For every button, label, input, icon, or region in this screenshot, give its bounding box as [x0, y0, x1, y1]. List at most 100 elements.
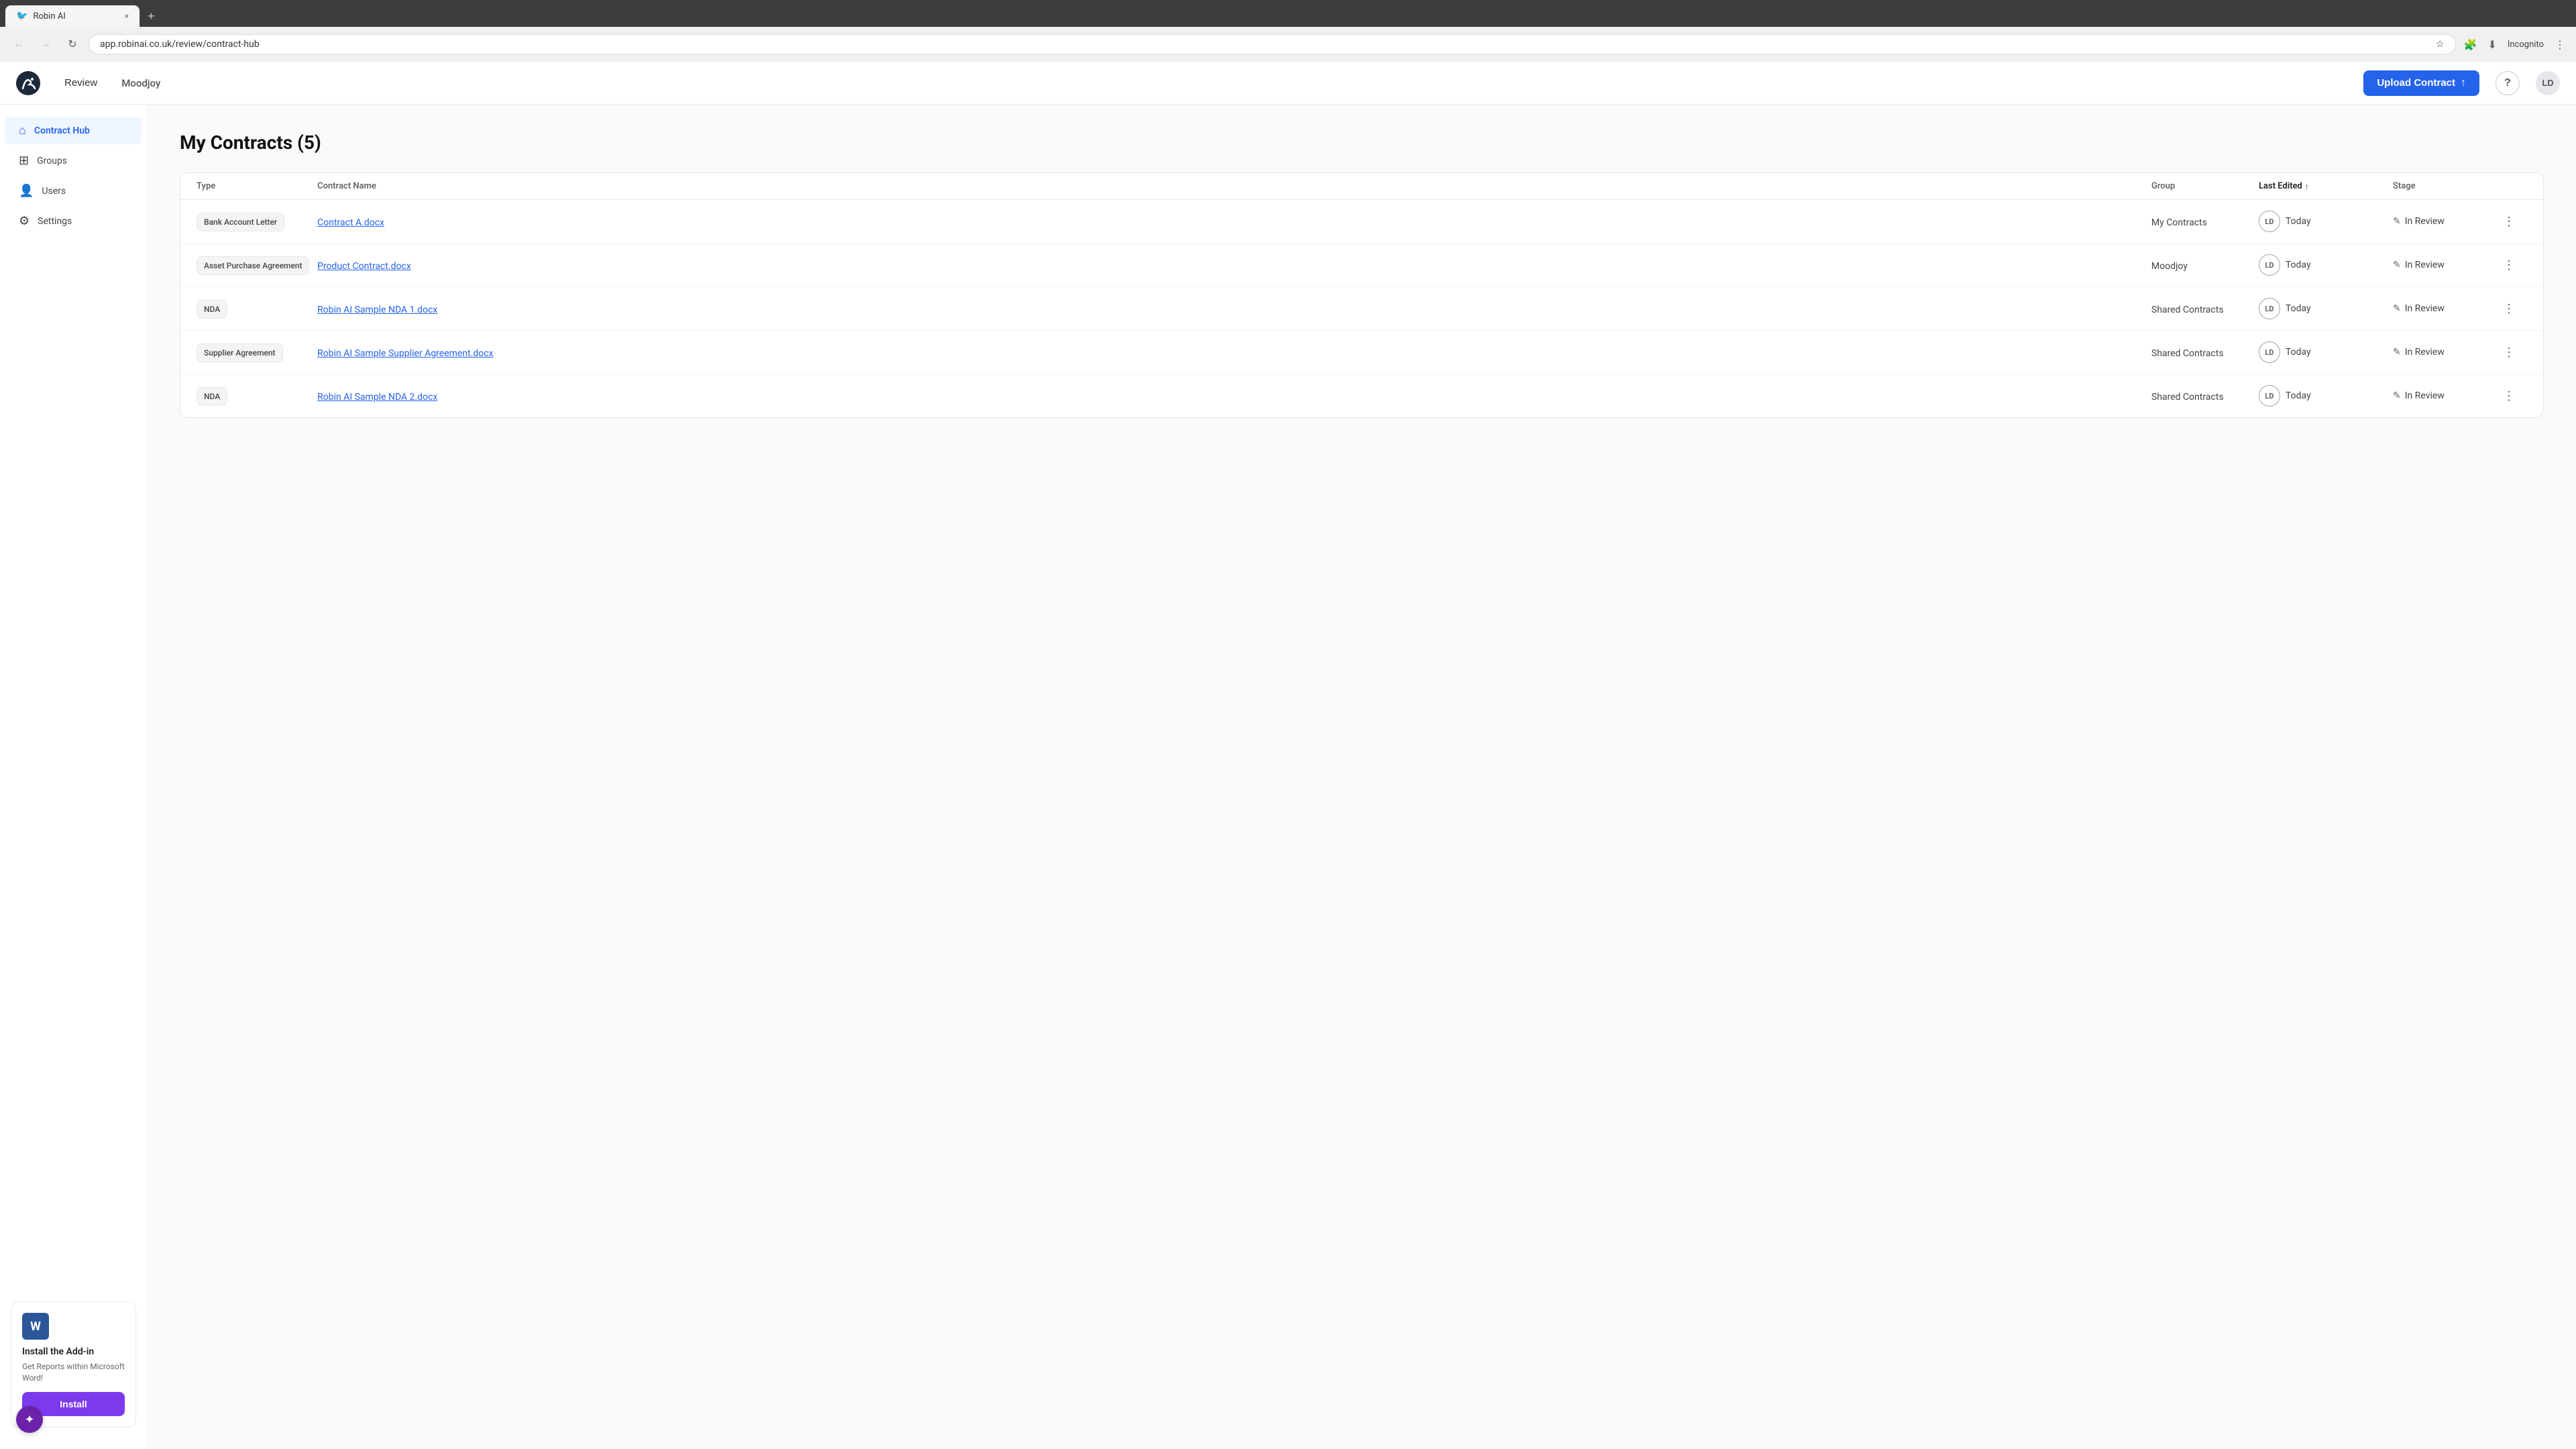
content-area: My Contracts (5) Type Contract Name Grou… [148, 105, 2576, 1449]
group-name: My Contracts [2151, 217, 2207, 228]
column-last-edited[interactable]: Last Edited ↑ [2259, 181, 2393, 191]
workspace-name: Moodjoy [121, 77, 160, 89]
column-contract-name: Contract Name [317, 181, 2151, 191]
browser-actions: 🧩 ⬇ Incognito ⋮ [2461, 36, 2568, 54]
table-row: NDA Robin AI Sample NDA 2.docx Shared Co… [180, 374, 2543, 417]
contracts-table: Type Contract Name Group Last Edited ↑ S… [180, 172, 2544, 418]
contract-name-cell: Contract A.docx [317, 215, 2151, 228]
tab-close-button[interactable]: × [125, 11, 129, 21]
type-cell: NDA [197, 302, 317, 315]
actions-cell: ⋮ [2500, 256, 2527, 275]
contract-name-cell: Product Contract.docx [317, 259, 2151, 272]
column-group: Group [2151, 181, 2259, 191]
grid-icon: ⊞ [19, 154, 29, 168]
sidebar-item-contract-hub[interactable]: ⌂ Contract Hub [5, 117, 142, 144]
stage-cell: ✎ In Review [2393, 260, 2500, 270]
upload-label: Upload Contract [2377, 77, 2455, 89]
more-actions-button[interactable]: ⋮ [2500, 256, 2518, 275]
extensions-icon[interactable]: 🧩 [2461, 36, 2480, 54]
table-row: Supplier Agreement Robin AI Sample Suppl… [180, 331, 2543, 374]
main-layout: ⌂ Contract Hub ⊞ Groups 👤 Users ⚙ Settin… [0, 105, 2576, 1449]
stage-label: In Review [2405, 260, 2445, 270]
last-edited-text: Today [2286, 216, 2311, 227]
sidebar-item-settings[interactable]: ⚙ Settings [5, 207, 142, 235]
sidebar-item-settings-label: Settings [38, 216, 72, 227]
more-options-icon[interactable]: ⋮ [2552, 36, 2568, 54]
user-icon: 👤 [19, 184, 34, 198]
last-edited-cell: LD Today [2259, 341, 2393, 363]
group-name: Moodjoy [2151, 261, 2188, 272]
last-edited-cell: LD Today [2259, 211, 2393, 232]
stage-label: In Review [2405, 347, 2445, 358]
last-edited-text: Today [2286, 347, 2311, 358]
app-header: Review Moodjoy Upload Contract ↑ ? LD [0, 62, 2576, 105]
browser-nav: ← → ↻ app.robinai.co.uk/review/contract-… [0, 27, 2576, 62]
help-button[interactable]: ? [2496, 71, 2520, 95]
stage-cell: ✎ In Review [2393, 216, 2500, 227]
type-badge: NDA [197, 387, 227, 406]
star-icon[interactable]: ☆ [2436, 39, 2445, 50]
new-tab-button[interactable]: + [142, 5, 160, 27]
actions-cell: ⋮ [2500, 386, 2527, 406]
contract-link[interactable]: Product Contract.docx [317, 261, 411, 272]
type-cell: Bank Account Letter [197, 215, 317, 228]
group-name: Shared Contracts [2151, 392, 2224, 402]
type-cell: Supplier Agreement [197, 345, 317, 359]
group-name: Shared Contracts [2151, 305, 2224, 315]
sidebar: ⌂ Contract Hub ⊞ Groups 👤 Users ⚙ Settin… [0, 105, 148, 1449]
sidebar-item-groups-label: Groups [37, 156, 67, 166]
download-icon[interactable]: ⬇ [2485, 36, 2499, 54]
active-tab[interactable]: 🐦 Robin AI × [5, 5, 140, 27]
more-actions-button[interactable]: ⋮ [2500, 212, 2518, 231]
floating-icon: ✦ [24, 1413, 34, 1427]
last-edited-cell: LD Today [2259, 298, 2393, 319]
back-button[interactable]: ← [8, 34, 30, 55]
contract-name-cell: Robin AI Sample NDA 1.docx [317, 303, 2151, 315]
table-header: Type Contract Name Group Last Edited ↑ S… [180, 173, 2543, 200]
more-actions-button[interactable]: ⋮ [2500, 343, 2518, 362]
sidebar-item-groups[interactable]: ⊞ Groups [5, 147, 142, 174]
stage-label: In Review [2405, 216, 2445, 227]
addon-title: Install the Add-in [22, 1346, 125, 1357]
edit-icon: ✎ [2393, 216, 2401, 227]
user-avatar: LD [2259, 341, 2280, 363]
column-type: Type [197, 181, 317, 191]
sidebar-item-users[interactable]: 👤 Users [5, 177, 142, 205]
actions-cell: ⋮ [2500, 299, 2527, 319]
column-actions [2500, 181, 2527, 191]
app-container: Review Moodjoy Upload Contract ↑ ? LD ⌂ … [0, 62, 2576, 1449]
upload-contract-button[interactable]: Upload Contract ↑ [2363, 70, 2479, 96]
home-icon: ⌂ [19, 123, 26, 138]
actions-cell: ⋮ [2500, 212, 2527, 231]
last-edited-text: Today [2286, 260, 2311, 270]
table-row: NDA Robin AI Sample NDA 1.docx Shared Co… [180, 287, 2543, 331]
contract-link[interactable]: Contract A.docx [317, 217, 384, 228]
sidebar-item-users-label: Users [42, 186, 66, 197]
address-bar[interactable]: app.robinai.co.uk/review/contract-hub ☆ [89, 34, 2456, 54]
contract-link[interactable]: Robin AI Sample NDA 1.docx [317, 305, 437, 315]
table-row: Asset Purchase Agreement Product Contrac… [180, 244, 2543, 287]
review-nav-button[interactable]: Review [56, 73, 105, 93]
stage-cell: ✎ In Review [2393, 347, 2500, 358]
user-avatar-button[interactable]: LD [2536, 71, 2560, 95]
type-cell: Asset Purchase Agreement [197, 258, 317, 272]
floating-action-button[interactable]: ✦ [16, 1406, 43, 1433]
refresh-button[interactable]: ↻ [62, 34, 83, 55]
last-edited-cell: LD Today [2259, 385, 2393, 407]
contract-link[interactable]: Robin AI Sample NDA 2.docx [317, 392, 437, 402]
forward-button[interactable]: → [35, 34, 56, 55]
user-avatar: LD [2259, 254, 2280, 276]
contract-name-cell: Robin AI Sample NDA 2.docx [317, 390, 2151, 402]
stage-label: In Review [2405, 390, 2445, 401]
more-actions-button[interactable]: ⋮ [2500, 386, 2518, 406]
group-cell: My Contracts [2151, 215, 2259, 228]
browser-chrome: 🐦 Robin AI × + ← → ↻ app.robinai.co.uk/r… [0, 0, 2576, 62]
column-stage: Stage [2393, 181, 2500, 191]
group-name: Shared Contracts [2151, 348, 2224, 359]
contract-link[interactable]: Robin AI Sample Supplier Agreement.docx [317, 348, 493, 359]
stage-label: In Review [2405, 303, 2445, 314]
more-actions-button[interactable]: ⋮ [2500, 299, 2518, 319]
address-text: app.robinai.co.uk/review/contract-hub [100, 39, 2430, 50]
group-cell: Moodjoy [2151, 259, 2259, 272]
last-edited-cell: LD Today [2259, 254, 2393, 276]
